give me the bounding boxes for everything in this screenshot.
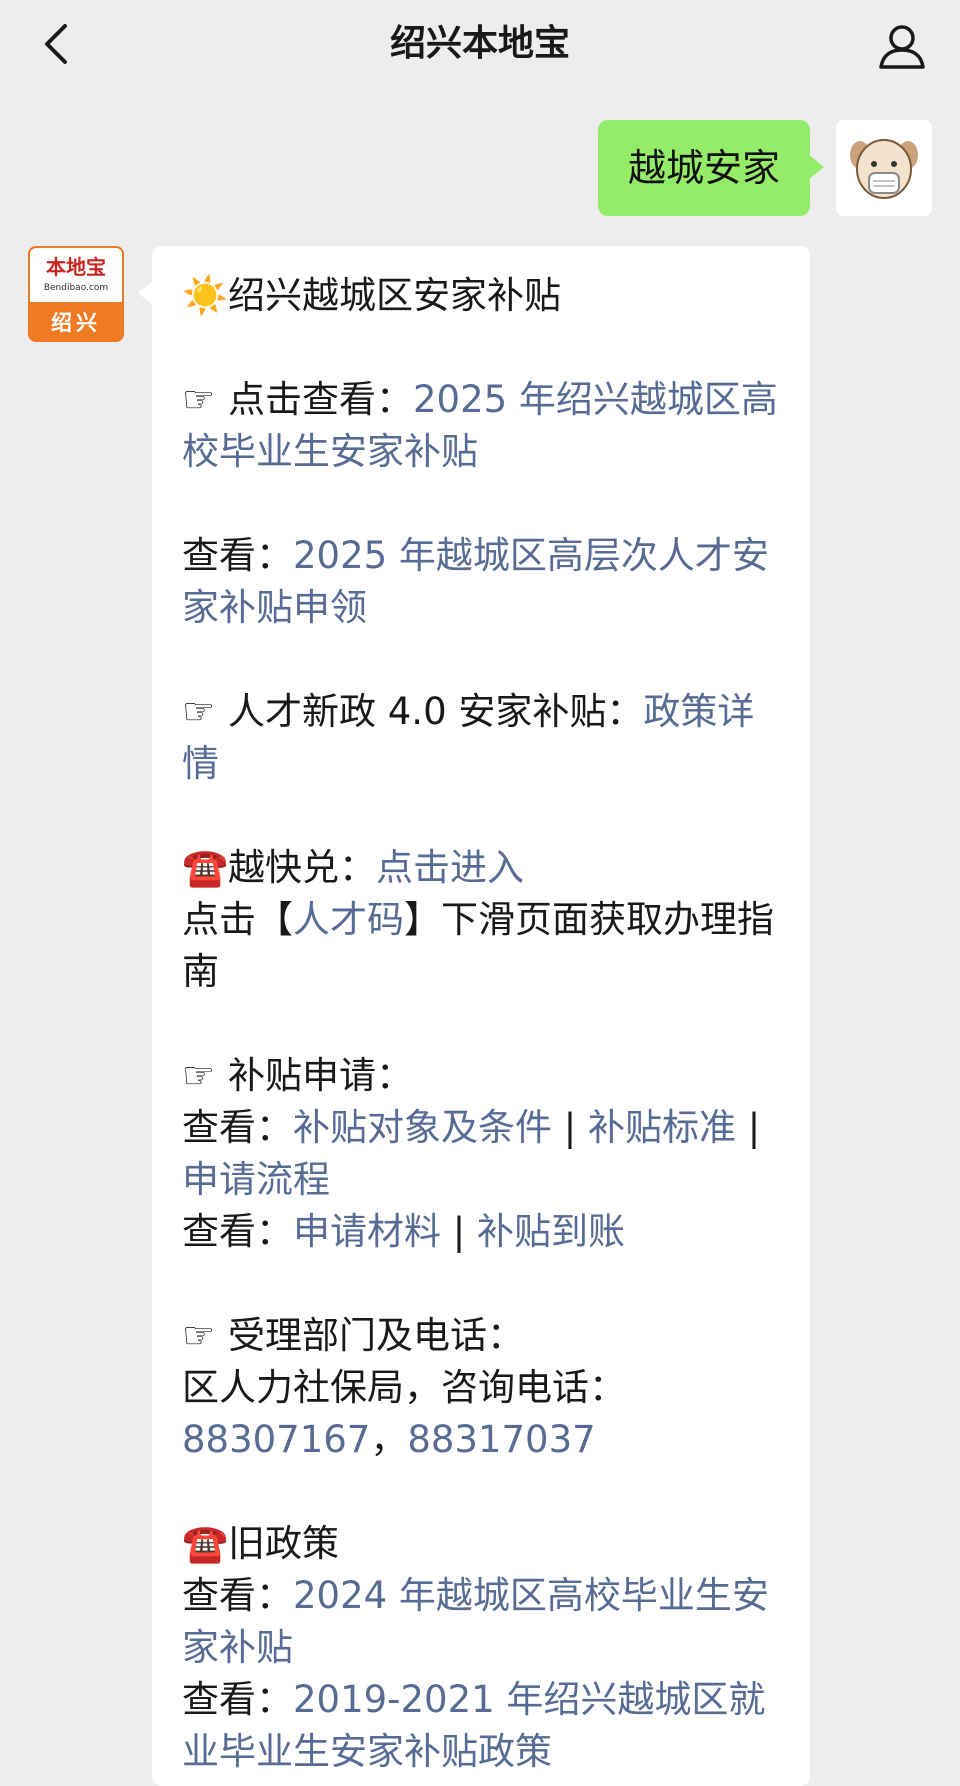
section-prefix: 查看： xyxy=(182,1574,293,1617)
department-info: 区人力社保局，咨询电话： xyxy=(182,1366,626,1409)
subsidy-payment-link[interactable]: 补贴到账 xyxy=(477,1210,625,1253)
instruction-text: 点击【 xyxy=(182,898,293,941)
pointing-hand-icon: ☞ xyxy=(182,378,216,421)
phone-numbers: 88307167，88317037 xyxy=(182,1414,782,1466)
section-title: 受理部门及电话： xyxy=(228,1314,524,1357)
section-yuekuaidui: ☎️越快兑：点击进入 xyxy=(182,842,782,894)
section-new-policy: ☞ 人才新政 4.0 安家补贴：政策详情 xyxy=(182,686,782,790)
application-links-row-1: 查看：补贴对象及条件 | 补贴标准 | 申请流程 xyxy=(182,1102,782,1206)
section-prefix: 查看： xyxy=(182,1106,293,1149)
section-title: 补贴申请： xyxy=(228,1054,413,1097)
user-avatar[interactable] xyxy=(836,120,932,216)
bot-avatar-city: 绍兴 xyxy=(51,311,101,335)
section-graduate-subsidy: ☞ 点击查看：2025 年绍兴越城区高校毕业生安家补贴 xyxy=(182,374,782,478)
section-application-title: ☞ 补贴申请： xyxy=(182,1050,782,1102)
dog-avatar-icon xyxy=(850,139,918,199)
profile-button[interactable] xyxy=(870,14,934,78)
outgoing-message-bubble[interactable]: 越城安家 xyxy=(597,120,825,216)
section-department-title: ☞ 受理部门及电话： xyxy=(182,1310,782,1362)
section-prefix: 越快兑： xyxy=(228,846,376,889)
page-title: 绍兴本地宝 xyxy=(389,23,570,64)
separator: | xyxy=(441,1210,477,1253)
old-policy-2019-2021: 查看：2019-2021 年绍兴越城区就业毕业生安家补贴政策 xyxy=(182,1674,782,1778)
sun-icon: ☀️ xyxy=(182,274,229,317)
section-talent-subsidy: 查看：2025 年越城区高层次人才安家补贴申领 xyxy=(182,530,782,634)
section-prefix: 查看： xyxy=(182,1678,293,1721)
person-icon xyxy=(879,25,925,69)
section-prefix: 查看： xyxy=(182,1210,293,1253)
talent-code-link[interactable]: 人才码 xyxy=(293,898,404,941)
application-materials-link[interactable]: 申请材料 xyxy=(293,1210,441,1253)
outgoing-message-row: 越城安家 xyxy=(597,120,932,216)
bot-avatar[interactable]: 本地宝 Bendibao.com 绍兴 xyxy=(28,246,124,342)
old-policy-2024: 查看：2024 年越城区高校毕业生安家补贴 xyxy=(182,1570,782,1674)
bot-avatar-logo: 本地宝 Bendibao.com xyxy=(28,246,124,304)
telephone-icon: ☎️ xyxy=(182,846,229,889)
bot-avatar-url: Bendibao.com xyxy=(43,283,109,293)
incoming-message-bubble: ☀️绍兴越城区安家补贴 ☞ 点击查看：2025 年绍兴越城区高校毕业生安家补贴 查… xyxy=(138,246,810,1786)
eligibility-link[interactable]: 补贴对象及条件 xyxy=(293,1106,552,1149)
pointing-hand-icon: ☞ xyxy=(182,1054,216,1097)
telephone-icon: ☎️ xyxy=(182,1522,229,1565)
message-heading-line: ☀️绍兴越城区安家补贴 xyxy=(182,270,782,322)
phone-number-link[interactable]: 88307167 xyxy=(182,1418,370,1461)
pointing-hand-icon: ☞ xyxy=(182,690,216,733)
click-enter-link[interactable]: 点击进入 xyxy=(376,846,524,889)
subsidy-standard-link[interactable]: 补贴标准 xyxy=(588,1106,736,1149)
section-prefix: 点击查看： xyxy=(228,378,413,421)
pointing-hand-icon: ☞ xyxy=(182,1314,216,1357)
section-old-policy-title: ☎️旧政策 xyxy=(182,1518,782,1570)
section-prefix: 人才新政 4.0 安家补贴： xyxy=(228,690,644,733)
application-links-row-2: 查看：申请材料 | 补贴到账 xyxy=(182,1206,782,1258)
section-prefix: 查看： xyxy=(182,534,293,577)
separator: | xyxy=(736,1106,761,1149)
message-heading: 绍兴越城区安家补贴 xyxy=(228,274,561,317)
separator: | xyxy=(552,1106,588,1149)
talent-code-instruction: 点击【人才码】下滑页面获取办理指南 xyxy=(182,894,782,998)
application-process-link[interactable]: 申请流程 xyxy=(182,1158,330,1201)
top-bar: 绍兴本地宝 xyxy=(0,0,960,96)
comma: ， xyxy=(370,1418,408,1461)
section-title: 旧政策 xyxy=(228,1522,339,1565)
bot-avatar-name: 本地宝 xyxy=(46,255,106,279)
phone-number-link[interactable]: 88317037 xyxy=(407,1418,595,1461)
